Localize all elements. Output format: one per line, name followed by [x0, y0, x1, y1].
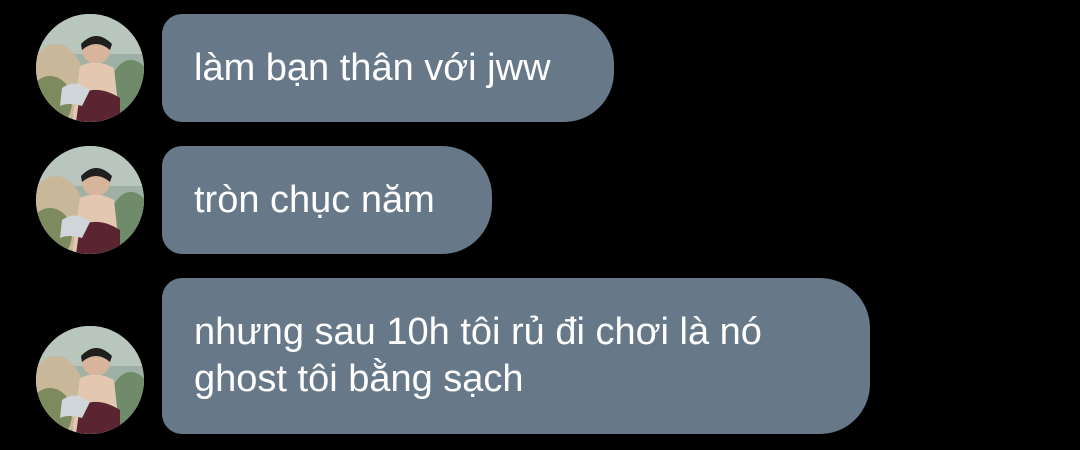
- message-bubble[interactable]: nhưng sau 10h tôi rủ đi chơi là nó ghost…: [162, 278, 870, 434]
- message-text: làm bạn thân với jww: [194, 46, 551, 89]
- avatar-photo: [36, 326, 144, 434]
- avatar-photo: [36, 14, 144, 122]
- avatar[interactable]: [36, 146, 144, 254]
- message-text: tròn chục năm: [194, 178, 435, 221]
- message-text: nhưng sau 10h tôi rủ đi chơi là nó ghost…: [194, 311, 762, 400]
- avatar[interactable]: [36, 326, 144, 434]
- avatar[interactable]: [36, 14, 144, 122]
- message-bubble[interactable]: làm bạn thân với jww: [162, 14, 614, 122]
- message-bubble[interactable]: tròn chục năm: [162, 146, 492, 254]
- avatar-photo: [36, 146, 144, 254]
